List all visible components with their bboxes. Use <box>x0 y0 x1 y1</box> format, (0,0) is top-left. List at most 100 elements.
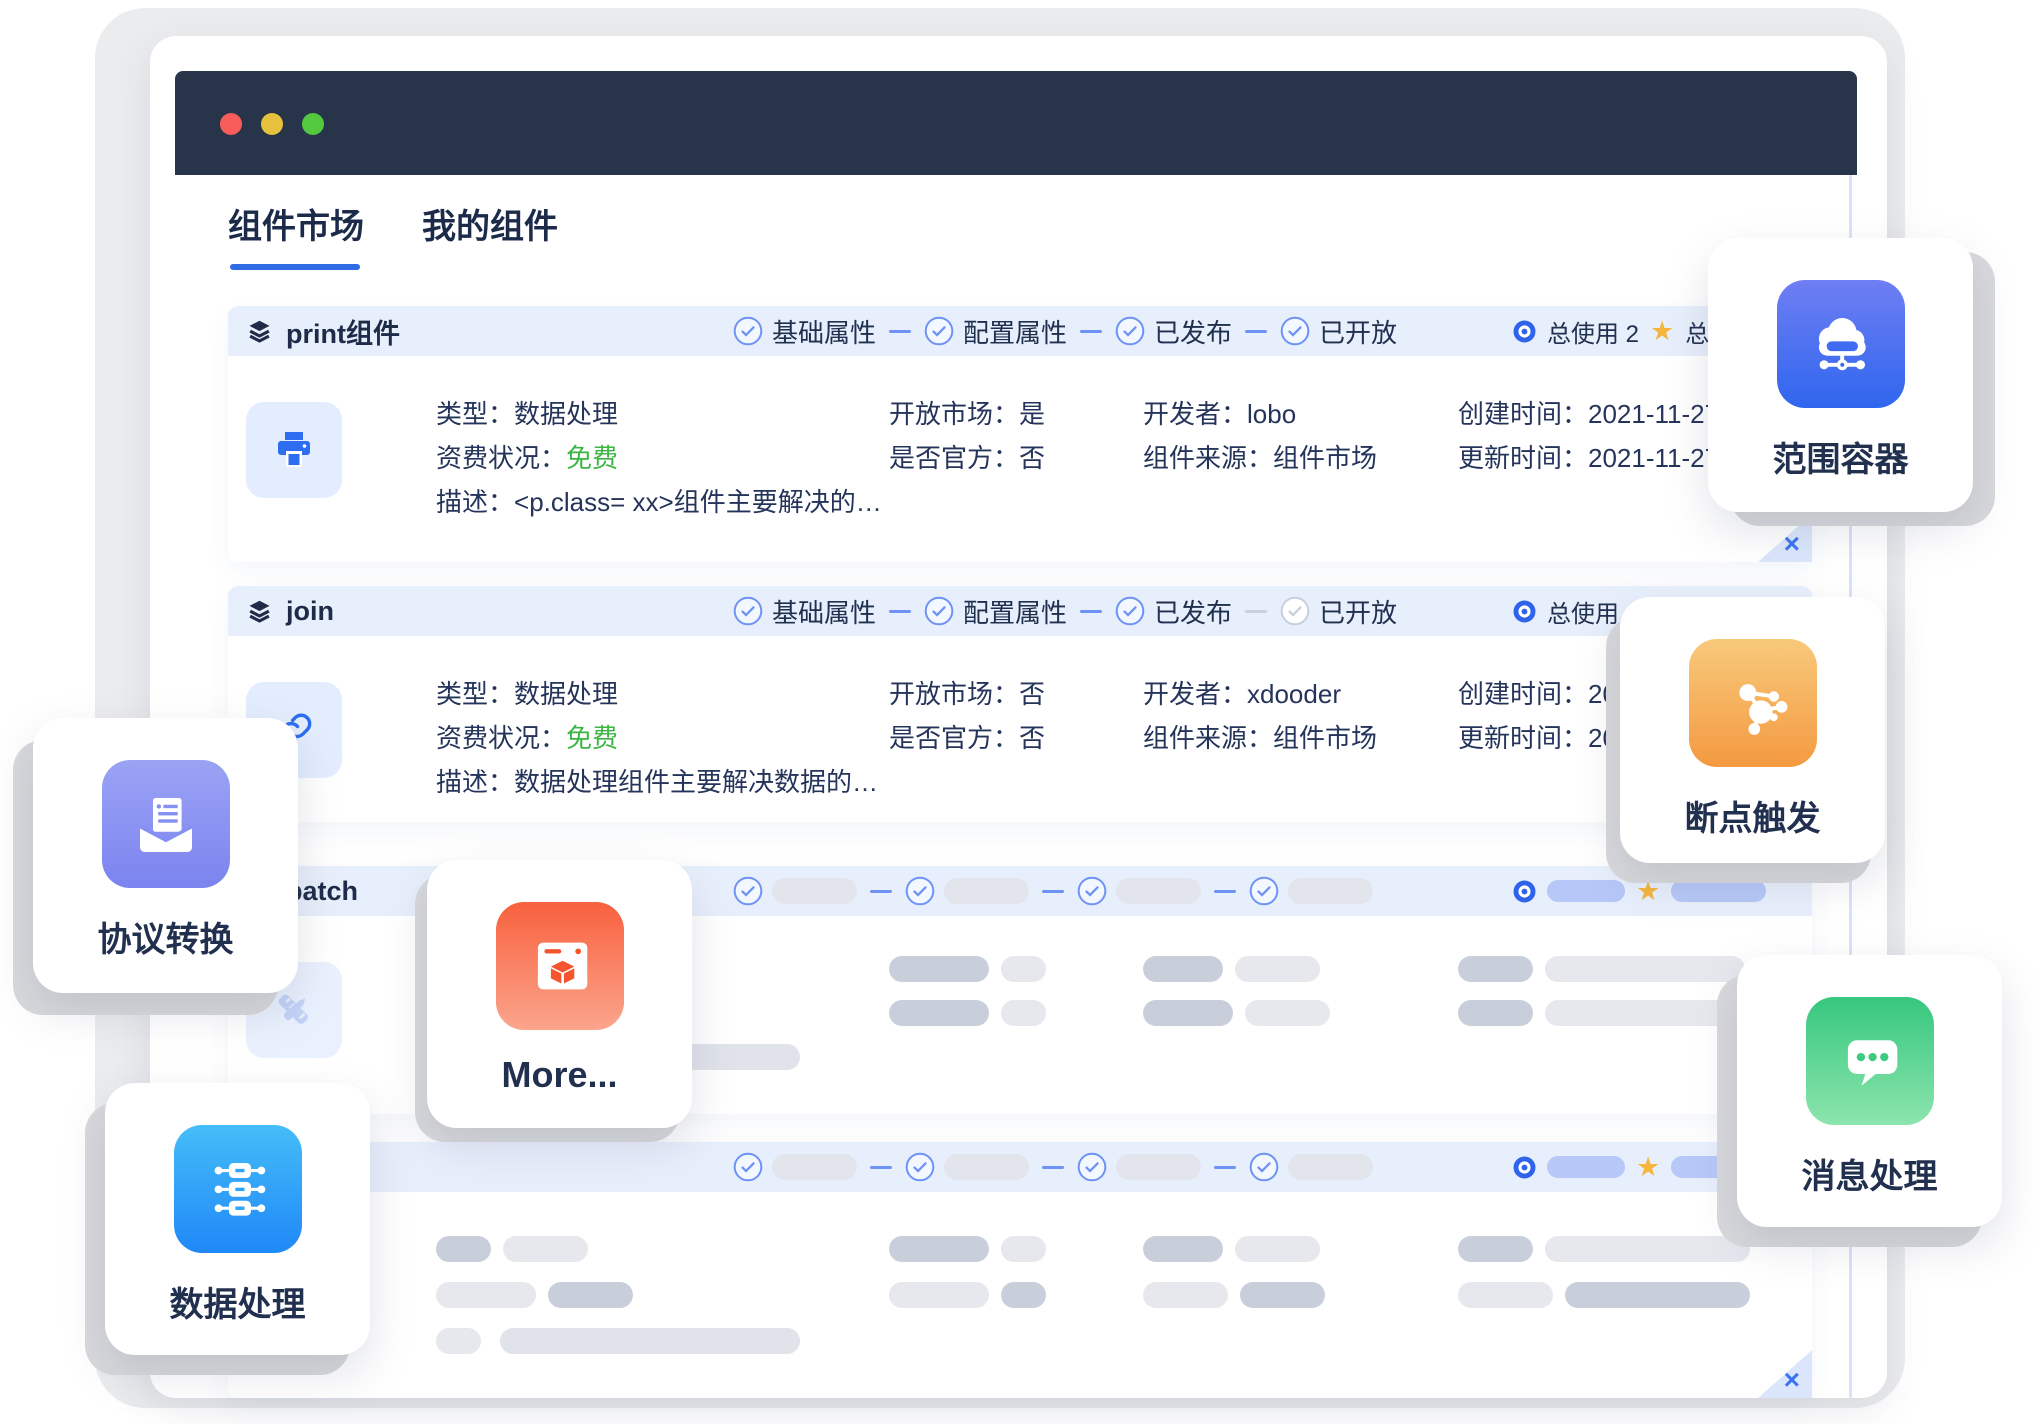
step-label: 基础属性 <box>772 313 876 350</box>
step-connector <box>1214 1166 1236 1169</box>
floating-card-label: More... <box>501 1054 617 1096</box>
floating-card-protocol-conversion[interactable]: 协议转换 <box>33 718 298 993</box>
check-circle-icon <box>905 876 935 906</box>
step-placeholder <box>733 876 857 906</box>
skeleton-pill <box>889 1282 989 1308</box>
printer-icon <box>271 427 317 473</box>
step-connector <box>1245 330 1267 333</box>
component-card-skeleton[interactable]: ★ <box>228 1142 1812 1398</box>
floating-card-breakpoint-trigger[interactable]: 断点触发 <box>1620 597 1885 863</box>
tab-component-market[interactable]: 组件市场 <box>228 199 364 270</box>
floating-card-scope-container[interactable]: 范围容器 <box>1708 238 1973 512</box>
field-fee: 资费状况：免费 <box>436 718 618 755</box>
skeleton-pill <box>1143 1282 1228 1308</box>
skeleton-pill <box>1671 880 1766 902</box>
skeleton-pill <box>503 1236 588 1262</box>
tab-my-components[interactable]: 我的组件 <box>422 199 558 270</box>
skeleton-pill <box>1545 1236 1750 1262</box>
check-circle-icon <box>733 596 763 626</box>
skeleton-pill <box>436 1282 536 1308</box>
skeleton-pill <box>1547 880 1625 902</box>
field-type: 类型：数据处理 <box>436 394 618 431</box>
floating-card-label: 断点触发 <box>1685 791 1821 840</box>
skeleton-pill <box>772 1154 857 1180</box>
step-connector <box>889 330 911 333</box>
molecule-icon <box>1689 639 1817 767</box>
skeleton-pill <box>1001 1236 1046 1262</box>
close-dot[interactable] <box>220 113 242 135</box>
step-placeholder <box>733 1152 857 1182</box>
views-icon <box>1513 600 1536 623</box>
check-circle-icon-gray <box>1280 596 1310 626</box>
step-placeholder <box>1077 1152 1201 1182</box>
field-fee: 资费状况：免费 <box>436 438 618 475</box>
component-card-join[interactable]: join 基础属性 配置属性 <box>228 586 1812 822</box>
component-icon-tile <box>246 402 342 498</box>
step-open-pending: 已开放 <box>1280 593 1397 630</box>
browser-cube-icon <box>496 902 624 1030</box>
views-icon <box>1513 880 1536 903</box>
skeleton-pill <box>889 1000 989 1026</box>
check-circle-icon <box>1280 316 1310 346</box>
step-placeholder <box>905 1152 1029 1182</box>
step-label: 配置属性 <box>963 593 1067 630</box>
field-official: 是否官方：否 <box>889 718 1045 755</box>
skeleton-pill <box>1240 1282 1325 1308</box>
skeleton-pill <box>1001 956 1046 982</box>
close-icon[interactable]: × <box>1784 1366 1800 1394</box>
field-developer: 开发者：xdooder <box>1143 674 1341 711</box>
card-body: 类型：数据处理 资费状况：免费 描述：数据处理组件主要解决数据的… 开放市场：否… <box>228 636 1812 822</box>
skeleton-pill <box>1288 1154 1373 1180</box>
step-label: 基础属性 <box>772 593 876 630</box>
field-type: 类型：数据处理 <box>436 674 618 711</box>
skeleton-pill <box>772 878 857 904</box>
step-config: 配置属性 <box>924 313 1067 350</box>
check-circle-icon <box>733 316 763 346</box>
skeleton-pill <box>1458 956 1533 982</box>
skeleton-pill <box>944 1154 1029 1180</box>
component-card-print[interactable]: print组件 基础属性 配置属性 <box>228 306 1812 562</box>
floating-card-more[interactable]: More... <box>427 860 692 1128</box>
skeleton-pill <box>1001 1282 1046 1308</box>
page: 组件市场 我的组件 print组件 基础属性 <box>0 0 2041 1424</box>
skeleton-pill <box>1235 1236 1320 1262</box>
window-content: 组件市场 我的组件 print组件 基础属性 <box>175 175 1857 1398</box>
field-desc: 描述：数据处理组件主要解决数据的… <box>436 762 878 799</box>
field-open-market: 开放市场：是 <box>889 394 1045 431</box>
step-indicator: 基础属性 配置属性 已发布 <box>733 306 1397 356</box>
step-published: 已发布 <box>1115 313 1232 350</box>
step-placeholder <box>1249 876 1373 906</box>
step-connector <box>1042 890 1064 893</box>
step-config: 配置属性 <box>924 593 1067 630</box>
field-desc: 描述：<p.class= xx>组件主要解决的… <box>436 482 882 519</box>
cloud-network-icon <box>1777 280 1905 408</box>
check-circle-icon <box>1249 876 1279 906</box>
window-titlebar <box>175 71 1857 175</box>
component-name: print组件 <box>286 312 400 351</box>
maximize-dot[interactable] <box>302 113 324 135</box>
minimize-dot[interactable] <box>261 113 283 135</box>
layers-icon <box>246 318 273 345</box>
component-name: join <box>286 596 334 627</box>
card-body: 类型：数据处理 资费状况：免费 描述：<p.class= xx>组件主要解决的…… <box>228 356 1812 562</box>
skeleton-pill <box>1143 956 1223 982</box>
step-label: 已开放 <box>1319 593 1397 630</box>
skeleton-pill <box>1545 1000 1745 1026</box>
chat-bubble-icon <box>1806 997 1934 1125</box>
check-circle-icon <box>733 1152 763 1182</box>
skeleton-pill <box>1547 1156 1625 1178</box>
floating-card-message-processing[interactable]: 消息处理 <box>1737 955 2002 1227</box>
card-header: print组件 基础属性 配置属性 <box>228 306 1812 356</box>
star-icon: ★ <box>1636 1154 1660 1181</box>
field-official: 是否官方：否 <box>889 438 1045 475</box>
floating-card-data-processing[interactable]: 数据处理 <box>105 1083 370 1355</box>
floating-card-label: 范围容器 <box>1773 432 1909 481</box>
field-source: 组件来源：组件市场 <box>1143 438 1377 475</box>
layers-icon <box>246 598 273 625</box>
close-icon[interactable]: × <box>1784 530 1800 558</box>
step-label: 已开放 <box>1319 313 1397 350</box>
step-connector <box>870 890 892 893</box>
step-indicator: 基础属性 配置属性 已发布 <box>733 586 1397 636</box>
views-icon <box>1513 320 1536 343</box>
skeleton-pill <box>1565 1282 1750 1308</box>
